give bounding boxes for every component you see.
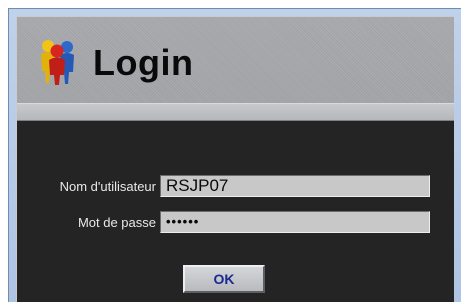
users-group-icon	[41, 40, 74, 85]
screen: Login Nom d'utilisateur RSJP07 Mot de pa…	[0, 0, 461, 302]
ok-button[interactable]: OK	[183, 265, 265, 293]
password-row: Mot de passe ••••••	[17, 211, 454, 237]
username-row: Nom d'utilisateur RSJP07	[17, 175, 454, 201]
login-panel: Login Nom d'utilisateur RSJP07 Mot de pa…	[16, 16, 454, 302]
password-input[interactable]: ••••••	[160, 211, 430, 233]
password-label: Mot de passe	[77, 215, 156, 230]
header: Login	[17, 17, 454, 103]
page-title: Login	[93, 42, 194, 83]
username-input[interactable]: RSJP07	[160, 175, 430, 197]
header-divider	[17, 103, 454, 121]
login-form: Nom d'utilisateur RSJP07 Mot de passe ••…	[17, 121, 454, 302]
username-label: Nom d'utilisateur	[59, 179, 156, 194]
